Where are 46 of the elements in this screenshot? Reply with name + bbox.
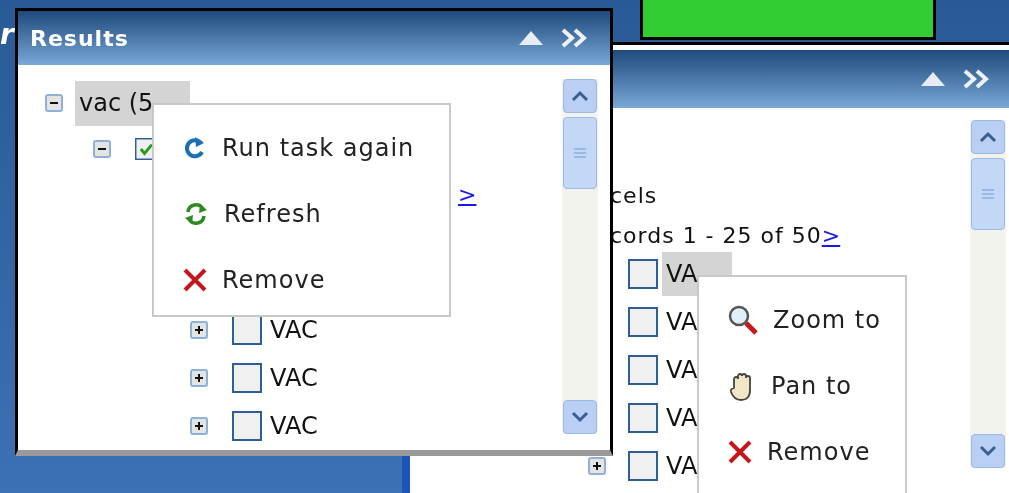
checkbox[interactable] — [232, 411, 262, 441]
chevron-down-icon — [979, 445, 997, 457]
x-icon — [182, 267, 208, 293]
triangle-up-icon[interactable] — [518, 30, 544, 46]
menu-item[interactable]: Refresh — [154, 181, 449, 247]
expand-toggle-icon[interactable] — [190, 321, 208, 339]
checkbox[interactable] — [628, 307, 658, 337]
backdrop-text: r — [0, 17, 14, 53]
checkbox[interactable] — [628, 403, 658, 433]
chevron-up-icon — [979, 131, 997, 143]
record-count: cords 1 - 25 of 50 — [610, 221, 822, 250]
checkbox[interactable] — [232, 363, 262, 393]
checkbox[interactable] — [628, 355, 658, 385]
menu-item[interactable]: Remove — [699, 419, 905, 485]
checkbox[interactable] — [232, 315, 262, 345]
menu-item[interactable]: Pan to — [699, 353, 905, 419]
menu-item-label: Remove — [222, 265, 326, 296]
next-page-link[interactable]: > — [821, 218, 841, 252]
triangle-up-icon[interactable] — [920, 71, 946, 87]
menu-item-label: Pan to — [771, 371, 853, 402]
scroll-up-button[interactable] — [563, 79, 597, 113]
scroll-thumb[interactable] — [971, 158, 1005, 230]
scroll-down-button[interactable] — [971, 434, 1005, 468]
collapse-toggle-icon[interactable] — [93, 140, 111, 158]
checkbox[interactable] — [628, 259, 658, 289]
chevron-down-icon — [571, 411, 589, 423]
menu-item-label: Run task again — [222, 133, 415, 164]
collapse-toggle-icon[interactable] — [45, 94, 63, 112]
menu-item-label: Zoom to — [773, 305, 881, 336]
scroll-thumb[interactable] — [563, 117, 597, 189]
x-icon — [727, 439, 753, 465]
scroll-up-button[interactable] — [971, 120, 1005, 154]
checkbox[interactable] — [628, 451, 658, 481]
feature-label[interactable]: VAC — [270, 408, 318, 444]
expand-toggle-icon[interactable] — [588, 457, 606, 475]
menu-item-label: Remove — [767, 437, 871, 468]
expand-toggle-icon[interactable] — [190, 369, 208, 387]
menu-item-label: Refresh — [224, 199, 322, 230]
scroll-down-button[interactable] — [563, 400, 597, 434]
next-page-link[interactable]: > — [458, 177, 477, 211]
panel-title: Results — [30, 24, 129, 53]
magnifier-icon — [727, 304, 759, 336]
feature-label[interactable]: VAC — [270, 360, 318, 396]
menu-item[interactable]: Remove — [154, 247, 449, 313]
chevron-up-icon — [571, 90, 589, 102]
expand-toggle-icon[interactable] — [190, 417, 208, 435]
